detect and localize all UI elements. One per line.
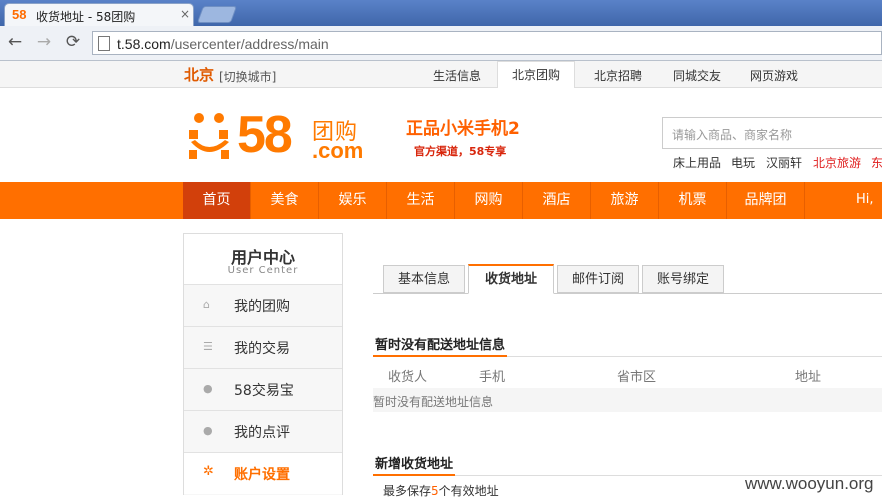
logo-com-text: .com	[312, 138, 364, 163]
user-greeting[interactable]: Hi,	[856, 192, 874, 207]
hotword-hanlixuan[interactable]: 汉丽轩	[766, 154, 802, 171]
col-receiver: 收货人	[388, 370, 428, 385]
logo-mascot-icon[interactable]	[187, 112, 233, 160]
col-region: 省市区	[617, 370, 657, 385]
watermark-text: www.wooyun.org	[745, 474, 874, 493]
browser-tab[interactable]: 58 收货地址 - 58团购 ×	[4, 3, 194, 26]
list-icon: ☰	[203, 340, 213, 353]
home-icon: ⌂	[203, 298, 210, 311]
switch-city-link[interactable]: [切换城市]	[219, 68, 276, 85]
nav-hotel[interactable]: 酒店	[523, 182, 591, 219]
sidebar-item-my-reviews[interactable]: ● 我的点评	[184, 410, 342, 452]
sidebar-item-label: 我的团购	[234, 299, 290, 315]
hotword-truncated[interactable]: 东	[871, 154, 882, 171]
nav-home[interactable]: 首页	[183, 182, 251, 219]
browser-toolbar: ← → ⟳ t.58.com/usercenter/address/main	[0, 26, 882, 61]
promo-subtitle[interactable]: 官方渠道，58专享	[414, 143, 506, 159]
toplink-webgames[interactable]: 网页游戏	[750, 67, 798, 84]
toplink-beijing-tuan[interactable]: 北京团购	[497, 61, 576, 88]
col-address: 地址	[795, 370, 822, 385]
sidebar-header: 用户中心 User Center	[184, 234, 342, 284]
tab-basic-info[interactable]: 基本信息	[383, 265, 465, 293]
url-host: t.58.com	[117, 36, 171, 52]
address-bar[interactable]: t.58.com/usercenter/address/main	[92, 31, 882, 55]
gear-icon: ✲	[203, 464, 214, 479]
sidebar-item-label: 58交易宝	[234, 383, 294, 399]
url-path: /usercenter/address/main	[170, 36, 329, 52]
nav-entertainment[interactable]: 娱乐	[319, 182, 387, 219]
nav-life[interactable]: 生活	[387, 182, 455, 219]
back-icon[interactable]: ←	[4, 32, 26, 52]
sidebar-item-label: 我的交易	[234, 341, 290, 357]
logo-58-text[interactable]: 58	[237, 109, 293, 161]
page-icon	[98, 36, 110, 51]
section-underline	[373, 474, 455, 476]
sidebar-item-58pay[interactable]: ● 58交易宝	[184, 368, 342, 410]
sidebar-item-label: 我的点评	[234, 425, 290, 441]
toplink-jobs[interactable]: 北京招聘	[594, 67, 642, 84]
nav-brand[interactable]: 品牌团	[727, 182, 805, 219]
nav-flights[interactable]: 机票	[659, 182, 727, 219]
empty-address-text: 暂时没有配送地址信息	[373, 395, 494, 409]
browser-tab-title: 收货地址 - 58团购	[36, 10, 136, 24]
address-table-header: 收货人 手机 省市区 地址	[373, 358, 882, 388]
section-no-address-title: 暂时没有配送地址信息	[375, 338, 506, 353]
user-center-sidebar: 用户中心 User Center ⌂ 我的团购 ☰ 我的交易 ● 58交易宝 ●…	[183, 233, 343, 495]
address-limit-note: 最多保存5个有效地址	[383, 482, 499, 499]
tab-account-binding[interactable]: 账号绑定	[642, 265, 724, 293]
sidebar-item-account-settings[interactable]: ✲ 账户设置	[184, 452, 342, 494]
reload-icon[interactable]: ⟳	[62, 32, 84, 52]
note-count: 5	[431, 484, 439, 498]
search-input[interactable]: 请输入商品、商家名称	[662, 117, 882, 149]
browser-tab-strip: 58 收货地址 - 58团购 ×	[0, 0, 882, 26]
tab-close-icon[interactable]: ×	[180, 7, 190, 21]
toplink-dating[interactable]: 同城交友	[673, 67, 721, 84]
section-new-address-title: 新增收货地址	[375, 457, 454, 472]
col-phone: 手机	[479, 370, 506, 385]
nav-shopping[interactable]: 网购	[455, 182, 523, 219]
note-suffix: 个有效地址	[438, 484, 499, 498]
sidebar-item-my-trades[interactable]: ☰ 我的交易	[184, 326, 342, 368]
hotword-bedding[interactable]: 床上用品	[673, 154, 721, 171]
favicon-icon: 58	[12, 7, 27, 22]
nav-food[interactable]: 美食	[251, 182, 319, 219]
tab-shipping-address[interactable]: 收货地址	[468, 264, 554, 294]
note-prefix: 最多保存	[383, 484, 432, 498]
current-city: 北京	[184, 66, 215, 84]
forward-icon[interactable]: →	[33, 32, 55, 52]
section-underline	[373, 355, 507, 357]
promo-title[interactable]: 正品小米手机2	[406, 114, 520, 139]
hotword-beijing-travel[interactable]: 北京旅游	[813, 154, 861, 171]
tab-email-subscription[interactable]: 邮件订阅	[557, 265, 639, 293]
address-url: t.58.com/usercenter/address/main	[117, 36, 329, 52]
sidebar-subtitle: User Center	[227, 265, 299, 276]
main-nav: 首页 美食 娱乐 生活 网购 酒店 旅游 机票 品牌团 Hi,	[0, 182, 882, 219]
new-tab-button[interactable]	[196, 6, 238, 23]
sidebar-item-my-tuan[interactable]: ⌂ 我的团购	[184, 284, 342, 326]
toplink-life-info[interactable]: 生活信息	[433, 67, 481, 84]
nav-travel[interactable]: 旅游	[591, 182, 659, 219]
hotword-games[interactable]: 电玩	[731, 154, 755, 171]
comment-icon: ●	[203, 424, 213, 437]
sidebar-item-label: 账户设置	[234, 467, 290, 483]
site-topbar: 北京 [切换城市] 生活信息 北京团购 北京招聘 同城交友 网页游戏	[0, 61, 882, 88]
wallet-icon: ●	[203, 382, 213, 395]
search-placeholder: 请输入商品、商家名称	[672, 128, 793, 142]
